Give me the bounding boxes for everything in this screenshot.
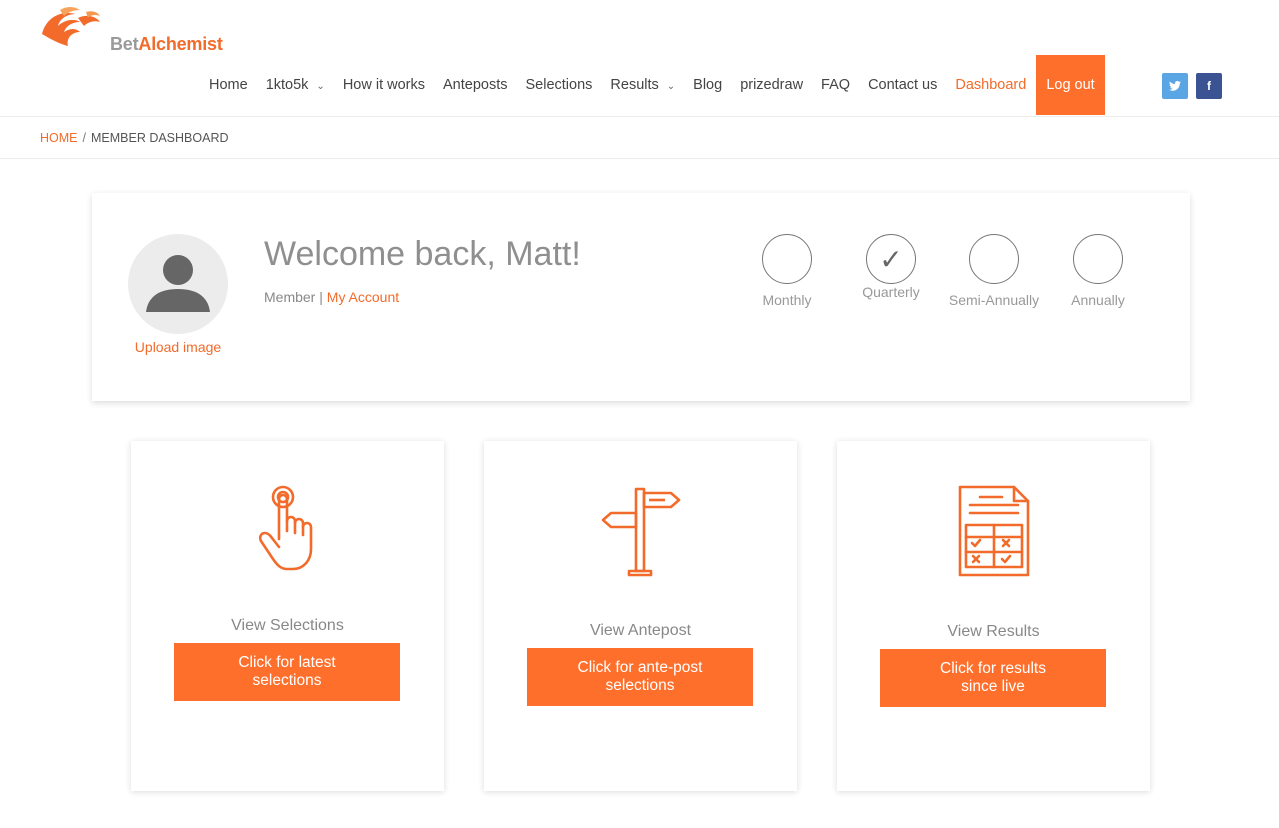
nav-item-results[interactable]: Results ⌄ (610, 77, 675, 93)
member-line: Member | My Account (264, 289, 399, 305)
nav-label: Contact us (868, 77, 938, 93)
plan-label: Monthly (762, 292, 812, 308)
nav-item-contact-us[interactable]: Contact us (868, 77, 937, 93)
plan-circle: ✓ (866, 234, 916, 284)
phoenix-logo-icon (42, 7, 100, 46)
facebook-icon[interactable]: f (1196, 73, 1222, 99)
nav-label: prizedraw (740, 77, 804, 93)
plan-quarterly[interactable]: ✓ Quarterly (836, 234, 946, 300)
welcome-title: Welcome back, Matt! (264, 235, 581, 273)
breadcrumb: HOME / MEMBER DASHBOARD (0, 117, 1279, 159)
my-account-link[interactable]: My Account (327, 289, 399, 305)
nav-item-how-it-works[interactable]: How it works (343, 77, 425, 93)
plan-label: Annually (1071, 292, 1125, 308)
nav-label: How it works (342, 77, 425, 93)
nav-item-dashboard[interactable]: Dashboard (955, 77, 1026, 93)
pointing-hand-icon (258, 485, 312, 571)
avatar[interactable] (128, 234, 228, 334)
feature-card-selections: View Selections Click for latest selecti… (131, 441, 444, 791)
breadcrumb-separator: / (82, 130, 86, 145)
feature-icon-wrap (837, 485, 1150, 579)
feature-title: View Results (947, 623, 1040, 640)
breadcrumb-current: MEMBER DASHBOARD (90, 130, 229, 145)
feature-card-results: View Results Click for results since liv… (837, 441, 1150, 791)
feature-title: View Selections (231, 617, 344, 634)
site-header: BetAlchemist Home 1kto5k ⌄ How it works A… (0, 0, 1279, 117)
check-icon: ✓ (879, 243, 903, 275)
results-since-live-button[interactable]: Click for results since live (880, 649, 1106, 707)
nav-label: 1kto5k (265, 77, 309, 93)
chevron-down-icon: ⌄ (316, 80, 325, 92)
site-logo[interactable]: BetAlchemist (40, 4, 240, 56)
nav-label: Dashboard (955, 77, 1027, 93)
antepost-selections-button[interactable]: Click for ante-post selections (527, 648, 753, 706)
nav-item-prizedraw[interactable]: prizedraw (740, 77, 803, 93)
upload-image-link[interactable]: Upload image (116, 339, 240, 355)
user-silhouette-icon (146, 255, 210, 312)
nav-item-blog[interactable]: Blog (693, 77, 722, 93)
logout-button[interactable]: Log out (1036, 55, 1105, 115)
nav-label: Blog (693, 77, 723, 93)
member-separator: | (319, 289, 323, 305)
nav-item-home[interactable]: Home (209, 77, 248, 93)
plan-circle (969, 234, 1019, 284)
results-document-icon (958, 485, 1029, 577)
nav-item-selections[interactable]: Selections (526, 77, 593, 93)
feature-card-antepost: View Antepost Click for ante-post select… (484, 441, 797, 791)
plan-label: Quarterly (862, 284, 920, 300)
plan-monthly[interactable]: Monthly (732, 234, 842, 308)
member-role: Member (264, 289, 316, 305)
chevron-down-icon: ⌄ (666, 80, 676, 92)
feature-icon-wrap (131, 485, 444, 575)
logo-text-alchemist: Alchemist (138, 34, 223, 54)
plan-circle (1073, 234, 1123, 284)
plan-semi-annually[interactable]: Semi-Annually (939, 234, 1049, 308)
signpost-icon (601, 487, 680, 577)
nav-label: FAQ (821, 77, 851, 93)
plan-annually[interactable]: Annually (1043, 234, 1153, 308)
feature-icon-wrap (484, 485, 797, 577)
logo-text: BetAlchemist (110, 34, 223, 55)
logo-text-bet: Bet (110, 34, 139, 54)
nav-label: Anteposts (443, 77, 508, 93)
nav-label: Selections (525, 77, 593, 93)
plan-label: Semi-Annually (948, 292, 1040, 308)
nav-label: Home (209, 77, 248, 93)
twitter-bird-icon (1169, 81, 1181, 91)
nav-item-anteposts[interactable]: Anteposts (443, 77, 508, 93)
nav-label: Results (610, 77, 659, 93)
facebook-glyph: f (1207, 79, 1211, 93)
nav-item-1kto5k[interactable]: 1kto5k ⌄ (266, 77, 325, 93)
plan-circle (762, 234, 812, 284)
welcome-card: Upload image Welcome back, Matt! Member … (92, 193, 1190, 401)
latest-selections-button[interactable]: Click for latest selections (174, 643, 400, 701)
nav-item-faq[interactable]: FAQ (821, 77, 850, 93)
main-nav: Home 1kto5k ⌄ How it works Anteposts Sele… (200, 55, 1105, 115)
twitter-icon[interactable] (1162, 73, 1188, 99)
feature-title: View Antepost (589, 622, 692, 639)
breadcrumb-home-link[interactable]: HOME (40, 131, 78, 145)
